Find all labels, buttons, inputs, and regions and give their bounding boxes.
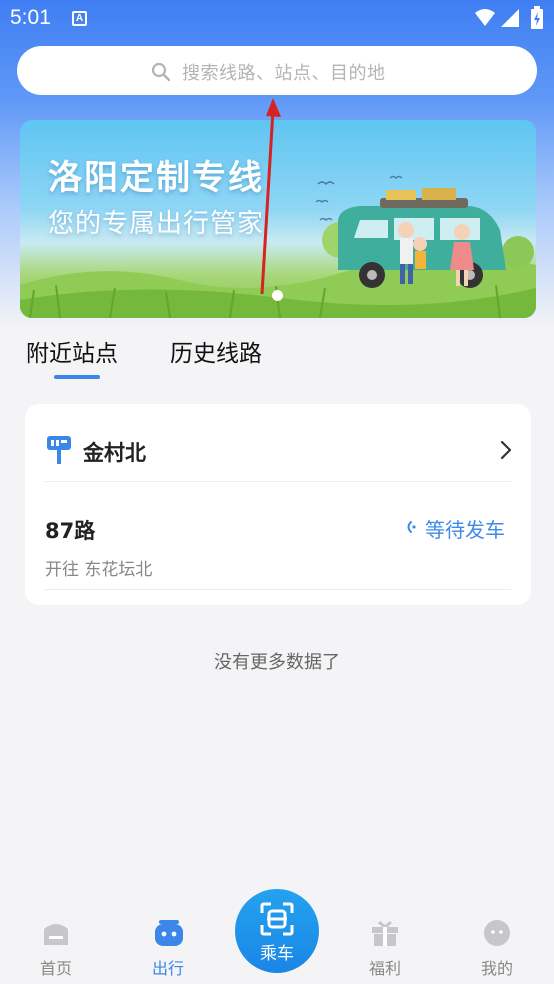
ride-button[interactable]: 乘车 — [235, 889, 319, 973]
no-more-data-text: 没有更多数据了 — [214, 652, 340, 673]
a-icon: A — [72, 11, 87, 26]
card-divider — [45, 589, 511, 590]
banner-title: 洛阳定制专线 — [48, 158, 264, 198]
face-icon — [484, 920, 510, 946]
tab-history-routes[interactable]: 历史线路 — [170, 334, 262, 368]
stop-name: 金村北 — [83, 441, 146, 465]
nav-welfare-label: 福利 — [368, 959, 401, 978]
home-icon — [44, 924, 68, 945]
route-destination: 开往 东花坛北 — [45, 560, 153, 580]
battery-icon — [531, 6, 543, 29]
nav-home[interactable]: 首页 — [16, 905, 96, 984]
bus-stop-icon — [47, 436, 71, 464]
signal-wave-icon — [407, 521, 416, 533]
nav-mine[interactable]: 我的 — [457, 905, 537, 984]
gift-icon — [372, 920, 398, 946]
stop-card[interactable]: 金村北 87路 开往 东花坛北 等待发车 — [25, 404, 531, 605]
promo-banner[interactable]: 洛阳定制专线 您的专属出行管家 — [20, 120, 536, 318]
bottom-nav: 首页 出行 乘车 福利 我的 — [0, 889, 554, 984]
departure-status: 等待发车 — [425, 518, 505, 542]
nav-home-label: 首页 — [39, 959, 72, 978]
bus-icon — [155, 920, 183, 946]
search-bar[interactable]: 搜索线路、站点、目的地 — [17, 46, 537, 95]
card-divider — [45, 481, 511, 482]
active-tab-indicator — [54, 375, 100, 379]
carousel-indicator[interactable] — [272, 290, 283, 301]
search-icon — [151, 62, 171, 82]
banner-subtitle: 您的专属出行管家 — [48, 209, 265, 239]
wifi-icon — [475, 9, 495, 26]
signal-icon — [501, 9, 519, 27]
nav-mine-label: 我的 — [480, 959, 513, 978]
tab-nearby-stops[interactable]: 附近站点 — [26, 334, 118, 368]
chevron-right-icon[interactable] — [499, 440, 513, 460]
tab-bar: 附近站点 历史线路 — [0, 330, 554, 380]
ride-button-label: 乘车 — [260, 944, 294, 964]
search-placeholder: 搜索线路、站点、目的地 — [182, 63, 386, 84]
status-time: 5:01 — [10, 6, 51, 29]
status-bar: 5:01 A — [0, 0, 554, 38]
scan-icon — [260, 902, 294, 936]
route-number[interactable]: 87路 — [45, 515, 95, 545]
nav-welfare[interactable]: 福利 — [345, 905, 425, 984]
nav-trip[interactable]: 出行 — [128, 905, 208, 984]
nav-trip-label: 出行 — [151, 959, 184, 978]
